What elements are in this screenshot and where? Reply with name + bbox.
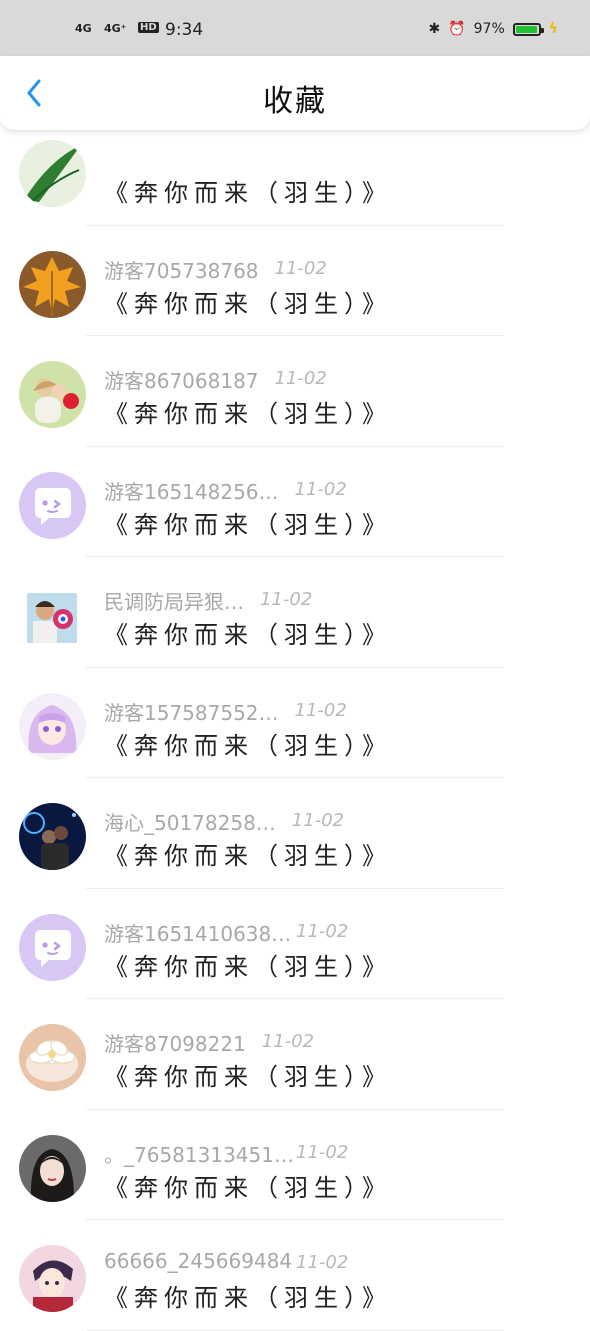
post-date: 11-02 [291, 810, 345, 831]
page-title: 收藏 [263, 84, 327, 119]
list-item[interactable]: 66666_245669484 11-02 《奔你而来（羽生）》 [0, 1220, 590, 1331]
avatar[interactable] [19, 913, 86, 981]
avatar[interactable] [19, 1024, 86, 1091]
hd-badge: HD [138, 22, 159, 33]
user-name: 游客165148256… [104, 479, 279, 504]
avatar[interactable] [19, 803, 86, 870]
user-name: 游客705738768 [104, 258, 259, 283]
network-4g-label: 4G [75, 22, 92, 35]
app-header: 收藏 [0, 56, 590, 130]
avatar[interactable] [27, 593, 77, 643]
bluetooth-icon: ✱ [428, 21, 441, 37]
status-bar: 4G 4G⁺ HD 9:34 ✱ ⏰ 97% ϟ [0, 0, 590, 56]
song-title: 《奔你而来（羽生）》 [104, 1173, 392, 1202]
avatar[interactable] [19, 471, 86, 539]
user-name: 游客867068187 [104, 369, 259, 393]
favorites-list: 《奔你而来（羽生）》 游客705738768 11-02 《奔你而来（羽生）》 游客86… [0, 115, 590, 1331]
list-item[interactable]: 游客705738768 11-02 《奔你而来（羽生）》 [0, 226, 590, 337]
song-title: 《奔你而来（羽生）》 [104, 952, 392, 981]
song-title: 《奔你而来（羽生）》 [104, 731, 392, 760]
list-item[interactable]: 海心_50178258… 11-02 《奔你而来（羽生）》 [0, 778, 590, 889]
song-title: 《奔你而来（羽生）》 [104, 621, 392, 649]
post-date: 11-02 [294, 478, 347, 500]
list-item[interactable]: 游客87098221 11-02 《奔你而来（羽生）》 [0, 999, 590, 1110]
avatar[interactable] [19, 692, 86, 760]
user-name: 游客1651410638… [104, 921, 292, 946]
list-item[interactable]: 《奔你而来（羽生）》 [0, 115, 590, 226]
list-item[interactable]: 。_76581313451… 11-02 《奔你而来（羽生）》 [0, 1110, 590, 1221]
user-name: 游客157587552… [104, 700, 279, 725]
song-title: 《奔你而来（羽生）》 [104, 1063, 392, 1091]
song-title: 《奔你而来（羽生）》 [104, 400, 392, 428]
post-date: 11-02 [261, 1031, 315, 1052]
song-title: 《奔你而来（羽生）》 [104, 1284, 392, 1312]
post-date: 11-02 [274, 257, 327, 279]
post-date: 11-02 [260, 589, 313, 610]
alarm-icon: ⏰ [448, 21, 466, 37]
avatar[interactable] [19, 361, 86, 428]
user-name: 民调防局异狠… [104, 590, 244, 614]
battery-percent: 97% [473, 21, 505, 37]
list-item[interactable]: 游客165148256… 11-02 《奔你而来（羽生）》 [0, 447, 590, 558]
post-date: 11-02 [296, 1252, 349, 1273]
user-name: 66666_245669484 [104, 1249, 293, 1273]
clock: 9:34 [165, 20, 204, 40]
avatar[interactable] [19, 1134, 86, 1202]
post-date: 11-02 [296, 920, 349, 942]
post-date: 11-02 [296, 1141, 349, 1163]
user-name: 。_76581313451… [104, 1142, 294, 1167]
song-title: 《奔你而来（羽生）》 [104, 842, 392, 870]
battery-icon [512, 22, 544, 36]
song-title: 《奔你而来（羽生）》 [104, 179, 392, 207]
battery-level [515, 25, 538, 33]
list-item[interactable]: 游客1651410638… 11-02 《奔你而来（羽生）》 [0, 889, 590, 1000]
avatar[interactable] [19, 250, 86, 318]
user-name: 游客87098221 [104, 1032, 246, 1056]
song-title: 《奔你而来（羽生）》 [104, 289, 392, 318]
list-item[interactable]: 游客867068187 11-02 《奔你而来（羽生）》 [0, 336, 590, 447]
network-4g-plus-label: 4G⁺ [104, 22, 127, 35]
avatar[interactable] [19, 1245, 86, 1312]
list-item[interactable]: 民调防局异狠… 11-02 《奔你而来（羽生）》 [0, 557, 590, 668]
post-date: 11-02 [294, 699, 347, 721]
avatar[interactable] [19, 140, 86, 207]
song-title: 《奔你而来（羽生）》 [104, 510, 392, 539]
user-name: 海心_50178258… [104, 811, 276, 835]
post-date: 11-02 [274, 368, 327, 389]
list-item[interactable]: 游客157587552… 11-02 《奔你而来（羽生）》 [0, 668, 590, 779]
charging-icon: ϟ [548, 21, 558, 37]
